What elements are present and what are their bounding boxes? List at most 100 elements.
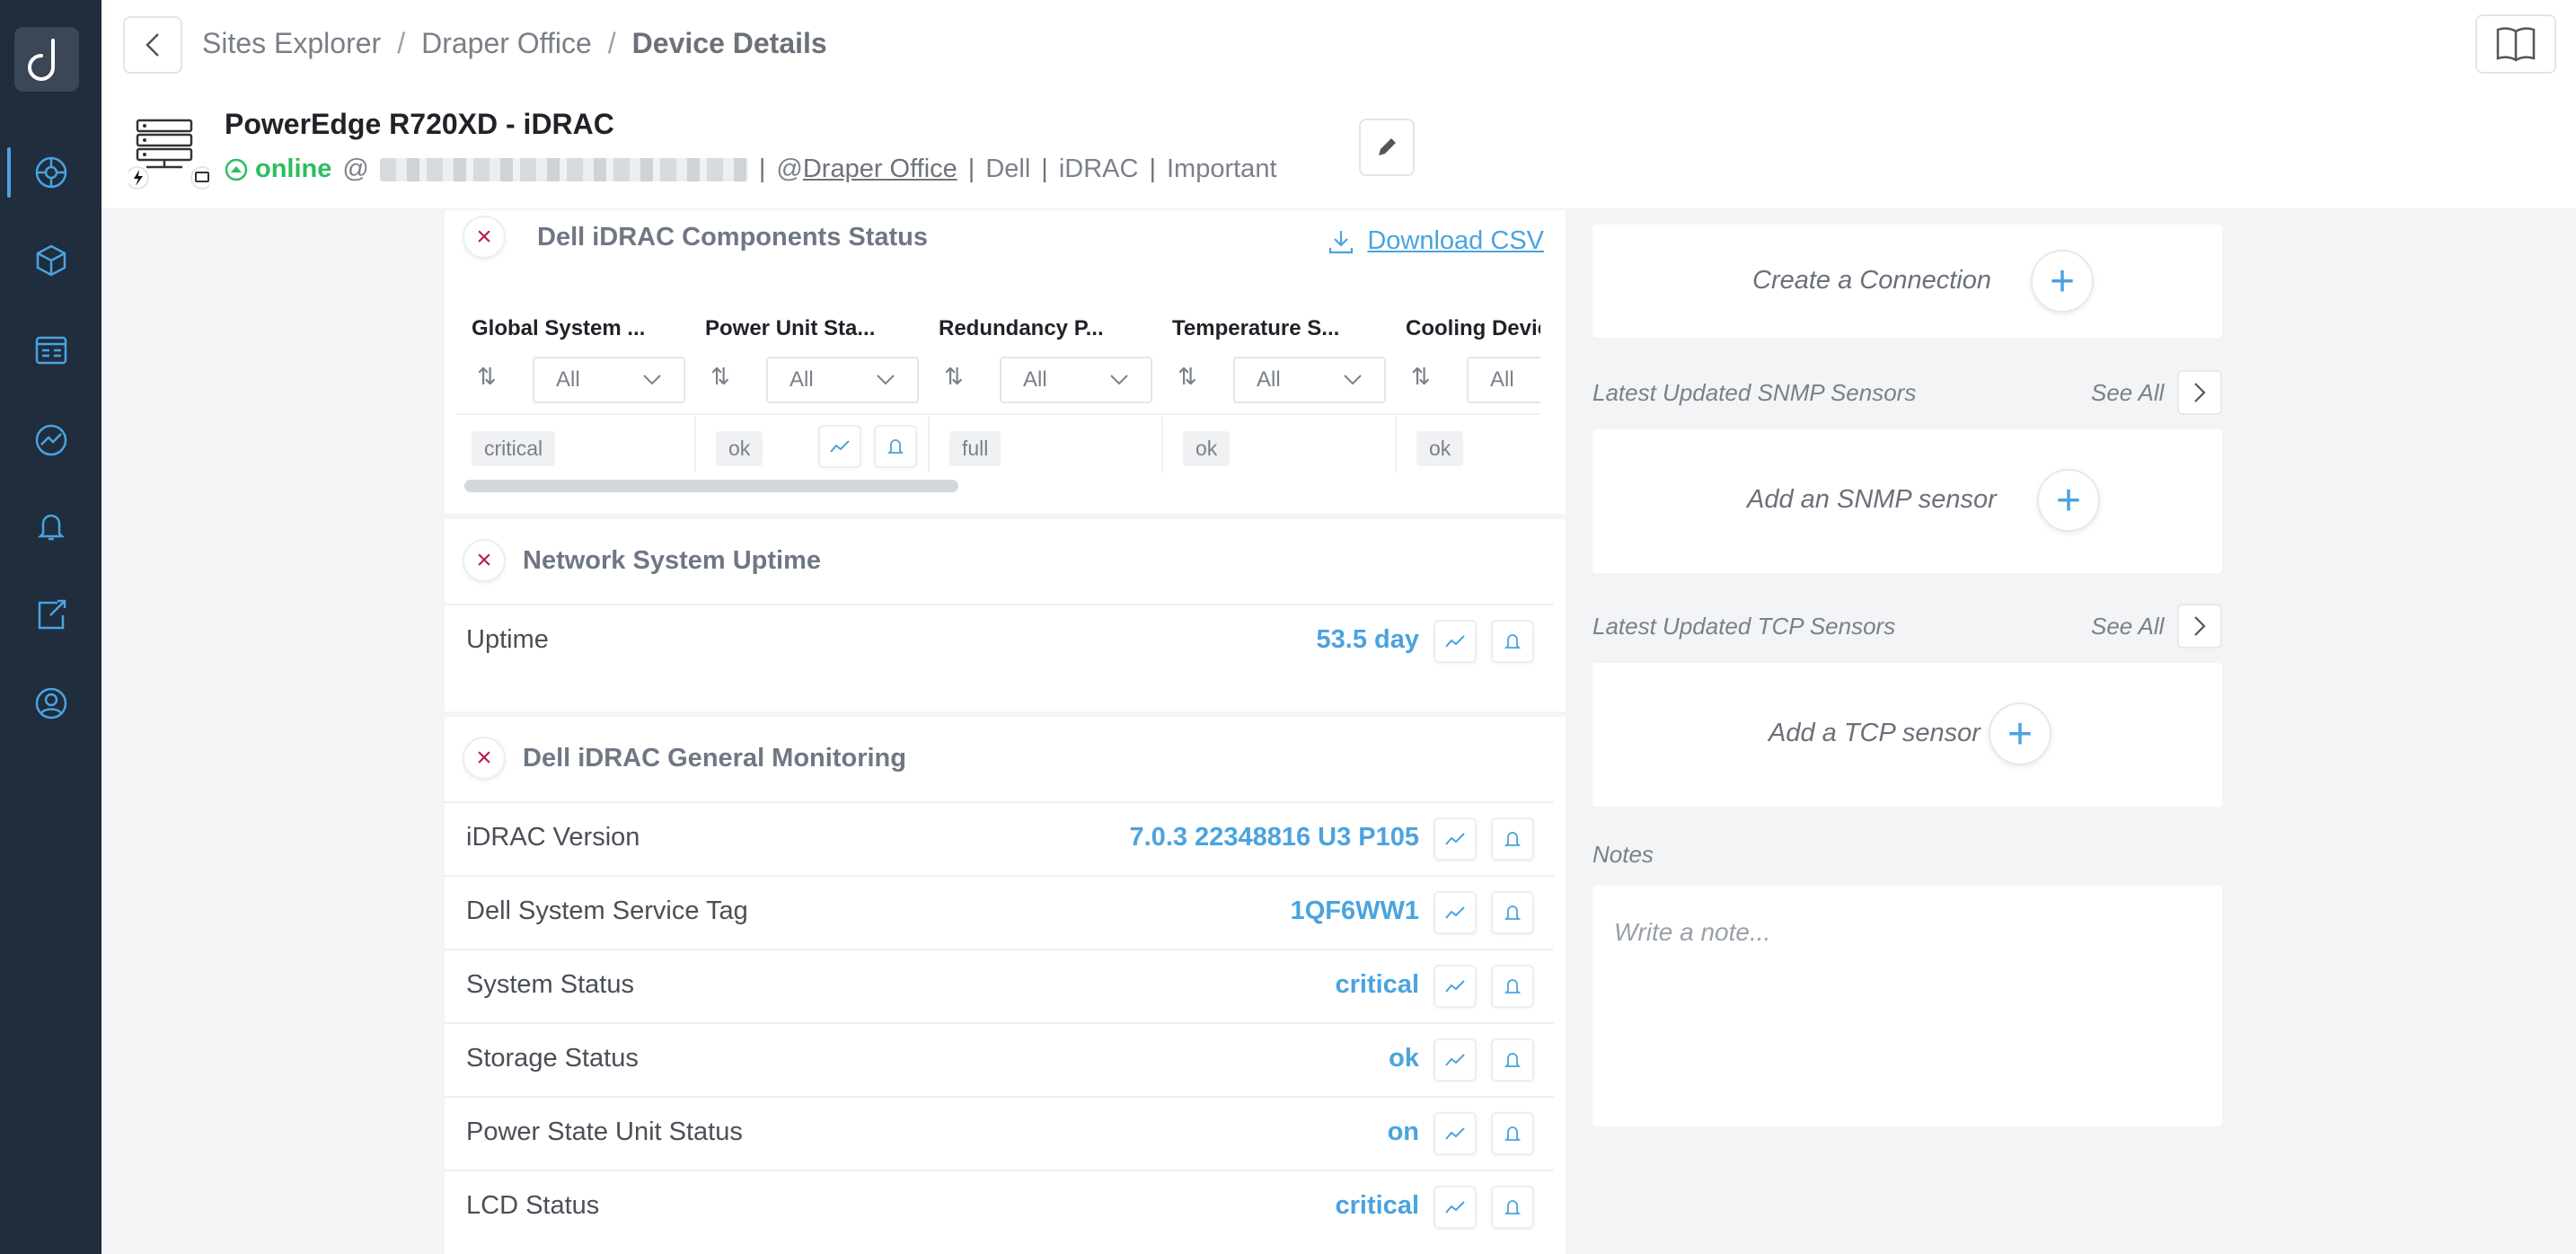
breadcrumb-current: Device Details xyxy=(631,27,827,59)
card-title: Network System Uptime xyxy=(523,546,821,575)
column-filter[interactable]: All xyxy=(1000,357,1152,403)
edit-button[interactable] xyxy=(1359,119,1415,176)
horizontal-scrollbar[interactable] xyxy=(464,480,958,492)
page-header: Sites Explorer / Draper Office / Device … xyxy=(101,0,2576,208)
chart-button[interactable] xyxy=(1434,1112,1477,1155)
sort-icon[interactable]: ⇅ xyxy=(1178,363,1197,391)
site-link[interactable]: @Draper Office xyxy=(776,155,957,184)
column-header[interactable]: Redundancy P... xyxy=(939,316,1154,341)
sort-icon[interactable]: ⇅ xyxy=(1411,363,1431,391)
alert-button[interactable] xyxy=(874,425,917,468)
nav-dashboard[interactable] xyxy=(0,314,101,386)
chart-button[interactable] xyxy=(1434,1038,1477,1082)
filter-value: All xyxy=(790,367,814,392)
tcp-see-all-button[interactable] xyxy=(2177,604,2222,649)
site-prefix: @ xyxy=(776,155,803,183)
alert-button[interactable] xyxy=(1491,817,1534,861)
status-text: online xyxy=(255,155,332,183)
tag-idrac: iDRAC xyxy=(1058,155,1139,183)
app-logo[interactable] xyxy=(14,27,79,92)
cell-divider xyxy=(928,417,930,472)
back-button[interactable] xyxy=(123,16,182,74)
filter-value: All xyxy=(556,367,580,392)
tcp-see-all-link[interactable]: See All xyxy=(2091,613,2164,640)
chart-button[interactable] xyxy=(1434,891,1477,934)
add-tcp-button[interactable]: + xyxy=(1989,702,2051,765)
alert-button[interactable] xyxy=(1491,620,1534,663)
nav-account[interactable] xyxy=(0,667,101,739)
export-icon xyxy=(38,599,66,630)
trend-icon xyxy=(1445,1127,1465,1140)
cell-divider xyxy=(694,417,696,472)
monitoring-row: System Status critical xyxy=(445,949,1554,1022)
alert-button[interactable] xyxy=(1491,891,1534,934)
create-connection-card: Create a Connection + xyxy=(1592,225,2222,338)
notes-placeholder: Write a note... xyxy=(1614,918,1771,946)
column-filter[interactable]: All xyxy=(766,357,919,403)
alert-button[interactable] xyxy=(1491,1186,1534,1229)
column-header[interactable]: Global System ... xyxy=(472,316,687,341)
components-table: Global System ... ⇅ All critical Power U… xyxy=(457,300,1540,472)
remove-card-button[interactable]: × xyxy=(463,216,506,259)
remove-card-button[interactable]: × xyxy=(463,737,506,780)
alert-button[interactable] xyxy=(1491,1038,1534,1082)
row-label: System Status xyxy=(466,970,634,999)
uptime-card: × Network System Uptime Uptime 53.5 day xyxy=(445,519,1566,711)
site-name[interactable]: Draper Office xyxy=(803,155,957,183)
column-filter[interactable]: All xyxy=(533,357,685,403)
snmp-sensor-card: Add an SNMP sensor + xyxy=(1592,429,2222,573)
create-connection-button[interactable]: + xyxy=(2031,250,2094,313)
divider: | xyxy=(1149,155,1156,183)
general-monitoring-card: × Dell iDRAC General Monitoring iDRAC Ve… xyxy=(445,717,1566,1254)
chart-button[interactable] xyxy=(1434,620,1477,663)
nav-integrations[interactable] xyxy=(0,578,101,650)
bell-icon xyxy=(1504,905,1521,920)
remove-card-button[interactable]: × xyxy=(463,539,506,582)
row-value: on xyxy=(1387,1117,1419,1146)
column-header[interactable]: Temperature S... xyxy=(1172,316,1388,341)
gauge-icon xyxy=(35,424,66,456)
cell-value: ok xyxy=(1416,431,1464,466)
divider: | xyxy=(967,155,975,183)
nav-alerts[interactable] xyxy=(0,490,101,561)
bell-icon xyxy=(1504,634,1521,649)
ip-prefix: @ xyxy=(342,155,369,183)
book-icon xyxy=(2496,27,2536,62)
chart-button[interactable] xyxy=(1434,1186,1477,1229)
bell-icon xyxy=(1504,979,1521,993)
column-filter[interactable]: All xyxy=(1467,357,1540,403)
chart-button[interactable] xyxy=(1434,965,1477,1008)
cell-divider xyxy=(1161,417,1163,472)
sort-icon[interactable]: ⇅ xyxy=(944,363,964,391)
divider: | xyxy=(758,155,766,183)
docs-button[interactable] xyxy=(2475,14,2556,74)
cell-value: ok xyxy=(716,431,763,466)
breadcrumb-sites-explorer[interactable]: Sites Explorer xyxy=(202,27,381,60)
row-label: Storage Status xyxy=(466,1044,639,1073)
chart-button[interactable] xyxy=(818,425,861,468)
chart-button[interactable] xyxy=(1434,817,1477,861)
monitoring-row: LCD Status critical xyxy=(445,1170,1554,1243)
sort-icon[interactable]: ⇅ xyxy=(477,363,497,391)
notes-textarea[interactable]: Write a note... xyxy=(1592,886,2222,1126)
row-label: iDRAC Version xyxy=(466,823,640,852)
download-label: Download CSV xyxy=(1367,226,1544,255)
snmp-see-all-button[interactable] xyxy=(2177,370,2222,415)
nav-devices[interactable] xyxy=(0,225,101,296)
add-snmp-button[interactable]: + xyxy=(2037,469,2100,532)
breadcrumb-draper-office[interactable]: Draper Office xyxy=(421,27,592,60)
nav-monitoring[interactable] xyxy=(0,404,101,476)
alert-button[interactable] xyxy=(1491,1112,1534,1155)
device-meta: online @ | @Draper Office | Dell | iDRAC… xyxy=(225,155,1277,184)
alert-button[interactable] xyxy=(1491,965,1534,1008)
cell-divider xyxy=(1395,417,1397,472)
column-header[interactable]: Cooling Devic xyxy=(1406,316,1540,341)
cell-value: full xyxy=(949,431,1001,466)
column-filter[interactable]: All xyxy=(1233,357,1386,403)
sort-icon[interactable]: ⇅ xyxy=(710,363,730,391)
nav-sites[interactable] xyxy=(0,137,101,208)
snmp-see-all-link[interactable]: See All xyxy=(2091,379,2164,407)
column-header[interactable]: Power Unit Sta... xyxy=(705,316,921,341)
download-csv-link[interactable]: Download CSV xyxy=(1328,226,1544,256)
trend-icon xyxy=(1445,635,1465,648)
